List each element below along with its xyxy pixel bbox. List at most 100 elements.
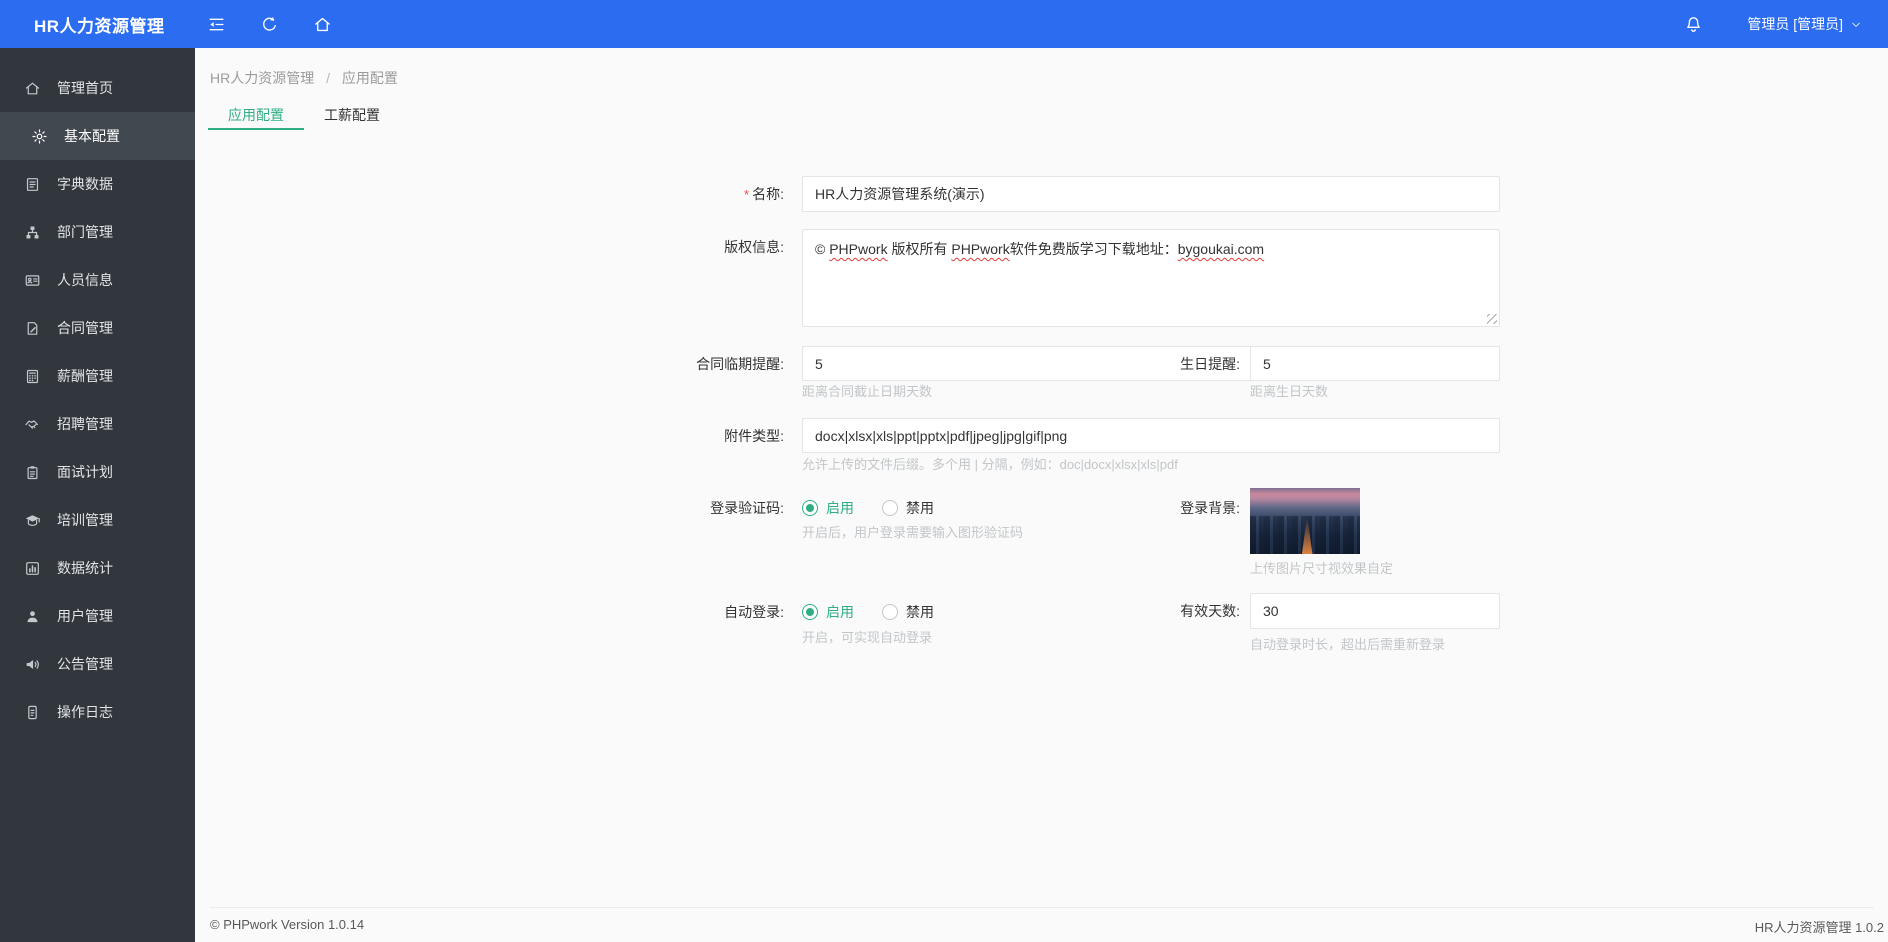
sidebar-item-label: 薪酬管理 — [57, 368, 113, 384]
topbar: HR人力资源管理 管理员 [管理员] — [0, 0, 1888, 48]
sidebar-item-recruit[interactable]: 招聘管理 — [0, 400, 195, 448]
user-icon — [24, 608, 41, 625]
gear-icon — [31, 128, 48, 145]
sidebar-item-label: 部门管理 — [57, 224, 113, 240]
sidebar-item-announce[interactable]: 公告管理 — [0, 640, 195, 688]
sidebar-item-label: 公告管理 — [57, 656, 113, 672]
auto-login-radio-group: 启用 禁用 — [802, 602, 934, 622]
sidebar-item-label: 字典数据 — [57, 176, 113, 192]
login-captcha-label: 登录验证码: — [710, 500, 784, 516]
birthday-reminder-hint: 距离生日天数 — [1250, 384, 1329, 399]
log-icon — [24, 704, 41, 721]
attachment-types-hint: 允许上传的文件后缀。多个用 | 分隔，例如：doc|docx|xlsx|xls|… — [802, 457, 1178, 472]
user-menu[interactable]: 管理员 [管理员] — [1747, 14, 1862, 34]
dict-icon — [24, 176, 41, 193]
home-icon[interactable] — [313, 15, 332, 34]
sidebar-item-label: 面试计划 — [57, 464, 113, 480]
birthday-reminder-input[interactable] — [1250, 346, 1500, 381]
sidebar-item-contract[interactable]: 合同管理 — [0, 304, 195, 352]
sidebar-item-staff-info[interactable]: 人员信息 — [0, 256, 195, 304]
home-icon — [24, 80, 41, 97]
valid-days-hint: 自动登录时长，超出后需重新登录 — [1250, 637, 1446, 652]
auto-login-label: 自动登录: — [724, 604, 784, 620]
recruit-icon — [24, 416, 41, 433]
contract-reminder-hint: 距离合同截止日期天数 — [802, 384, 933, 399]
sidebar-item-label: 用户管理 — [57, 608, 113, 624]
login-background-hint: 上传图片尺寸视效果自定 — [1250, 561, 1394, 576]
login-captcha-radio-group: 启用 禁用 — [802, 498, 934, 518]
sidebar-item-training[interactable]: 培训管理 — [0, 496, 195, 544]
notification-bell-icon[interactable] — [1684, 15, 1703, 34]
sidebar-item-interview[interactable]: 面试计划 — [0, 448, 195, 496]
sidebar-item-dict-data[interactable]: 字典数据 — [0, 160, 195, 208]
breadcrumb-separator: / — [326, 70, 331, 86]
breadcrumb-current: 应用配置 — [341, 70, 398, 86]
radio-circle — [882, 500, 898, 516]
announce-icon — [24, 656, 41, 673]
valid-days-label: 有效天数: — [1180, 603, 1240, 619]
footer-divider — [210, 907, 1874, 908]
valid-days-input[interactable] — [1250, 593, 1500, 629]
sidebar-menu: 管理首页基本配置字典数据部门管理人员信息合同管理薪酬管理招聘管理面试计划培训管理… — [0, 48, 195, 942]
tab-bar: 应用配置 工薪配置 — [208, 102, 400, 130]
sidebar-item-users[interactable]: 用户管理 — [0, 592, 195, 640]
radio-circle — [802, 500, 818, 516]
required-asterisk: * — [744, 187, 750, 202]
sidebar-item-home[interactable]: 管理首页 — [0, 64, 195, 112]
breadcrumb-root[interactable]: HR人力资源管理 — [210, 70, 314, 86]
sidebar-item-label: 合同管理 — [57, 320, 113, 336]
attachment-types-input[interactable] — [802, 418, 1500, 453]
login-background-image[interactable] — [1250, 488, 1360, 554]
sidebar-item-label: 数据统计 — [57, 560, 113, 576]
captcha-enable-radio[interactable]: 启用 — [802, 498, 854, 518]
sidebar-item-label: 培训管理 — [57, 512, 113, 528]
attachment-types-label: 附件类型: — [724, 428, 784, 444]
birthday-reminder-label: 生日提醒: — [1180, 356, 1240, 372]
copyright-textarea-text: © PHPwork 版权所有 PHPwork软件免费版学习下载地址：bygouk… — [815, 241, 1265, 257]
breadcrumb: HR人力资源管理 / 应用配置 — [210, 68, 398, 88]
name-input[interactable] — [802, 176, 1500, 212]
sidebar-item-logs[interactable]: 操作日志 — [0, 688, 195, 736]
auto-login-enable-radio[interactable]: 启用 — [802, 602, 854, 622]
login-background-label: 登录背景: — [1180, 500, 1240, 516]
sidebar-item-label: 人员信息 — [57, 272, 113, 288]
textarea-resize-handle[interactable] — [1487, 314, 1497, 324]
contract-reminder-label: 合同临期提醒: — [696, 356, 784, 372]
footer-version: © PHPwork Version 1.0.14 — [210, 917, 365, 932]
sidebar-item-label: 招聘管理 — [57, 416, 113, 432]
interview-icon — [24, 464, 41, 481]
tab-app-config[interactable]: 应用配置 — [208, 102, 304, 130]
sidebar-item-label: 操作日志 — [57, 704, 113, 720]
org-icon — [24, 224, 41, 241]
refresh-icon[interactable] — [260, 15, 279, 34]
chevron-down-icon — [1850, 18, 1862, 30]
training-icon — [24, 512, 41, 529]
contract-icon — [24, 320, 41, 337]
captcha-disable-radio[interactable]: 禁用 — [882, 498, 934, 518]
stats-icon — [24, 560, 41, 577]
main-content: HR人力资源管理 / 应用配置 应用配置 工薪配置 *名称: 版权信息: © P… — [195, 48, 1888, 942]
sidebar-item-salary[interactable]: 薪酬管理 — [0, 352, 195, 400]
footer-app-version: HR人力资源管理 1.0.2 — [1754, 920, 1884, 935]
app-title: HR人力资源管理 — [34, 16, 165, 36]
name-label: * 名称: — [744, 186, 784, 202]
idcard-icon — [24, 272, 41, 289]
radio-circle — [802, 604, 818, 620]
topbar-right: 管理员 [管理员] — [1684, 14, 1888, 34]
auto-login-hint: 开启，可实现自动登录 — [802, 630, 933, 645]
menu-fold-icon[interactable] — [207, 15, 226, 34]
auto-login-disable-radio[interactable]: 禁用 — [882, 602, 934, 622]
sidebar-item-label: 管理首页 — [57, 80, 113, 96]
copyright-textarea[interactable]: © PHPwork 版权所有 PHPwork软件免费版学习下载地址：bygouk… — [802, 229, 1500, 327]
sidebar-item-label: 基本配置 — [64, 128, 120, 144]
topbar-icon-group — [207, 15, 332, 34]
tab-salary-config[interactable]: 工薪配置 — [304, 102, 400, 130]
login-captcha-hint: 开启后，用户登录需要输入图形验证码 — [802, 525, 1024, 540]
copyright-label: 版权信息: — [724, 239, 784, 255]
sidebar-item-stats[interactable]: 数据统计 — [0, 544, 195, 592]
salary-icon — [24, 368, 41, 385]
user-label: 管理员 [管理员] — [1747, 16, 1843, 32]
sidebar-item-department[interactable]: 部门管理 — [0, 208, 195, 256]
sidebar-item-basic-config[interactable]: 基本配置 — [0, 112, 195, 160]
radio-circle — [882, 604, 898, 620]
